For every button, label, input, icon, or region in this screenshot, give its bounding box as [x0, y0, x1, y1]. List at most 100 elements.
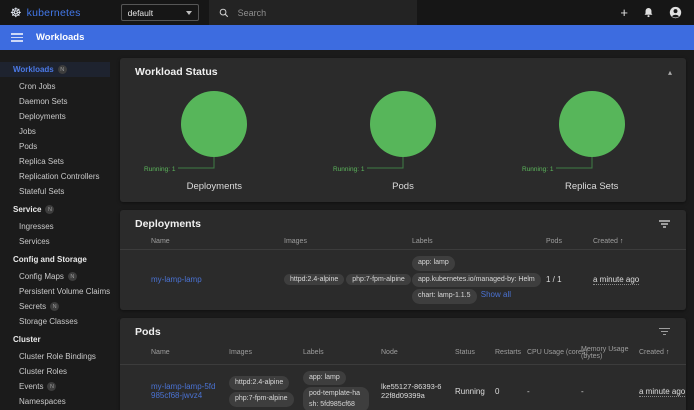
- pods-chart: Running: 1 Pods: [309, 84, 498, 192]
- pods-table: Name Images Labels Node Status Restarts …: [120, 342, 686, 410]
- pod-row: my-lamp-lamp-5fd985cf68-jwvz4 httpd:2.4-…: [120, 364, 686, 410]
- created-timestamp: a minute ago: [593, 275, 639, 285]
- pods-chart-title: Pods: [392, 181, 414, 192]
- pod-cpu-usage: -: [522, 364, 576, 410]
- filter-icon[interactable]: [657, 218, 672, 230]
- namespaced-badge-icon: N: [47, 382, 56, 391]
- namespaced-badge-icon: N: [58, 65, 67, 74]
- user-account-icon[interactable]: [669, 6, 682, 19]
- image-chip: php:7-fpm-alpine: [229, 392, 294, 407]
- kubernetes-logo-icon: ☸: [10, 6, 22, 19]
- col-status: Status: [450, 342, 490, 365]
- node-name: lke55127-86393-622f8d09399a: [381, 382, 441, 400]
- workload-status-charts: Running: 1 Deployments Running: 1 Pods: [120, 82, 686, 202]
- sidebar-item-ingresses[interactable]: Ingresses: [0, 219, 110, 234]
- sidebar-item-stateful-sets[interactable]: Stateful Sets: [0, 184, 110, 199]
- col-labels: Labels: [407, 234, 541, 250]
- namespaced-badge-icon: N: [45, 205, 54, 214]
- search-input[interactable]: [238, 8, 388, 18]
- sidebar-item-storage-classes[interactable]: Storage Classes: [0, 314, 110, 329]
- namespaced-badge-icon: N: [50, 302, 59, 311]
- col-pods: Pods: [541, 234, 588, 250]
- sidebar-item-persistent-volume-claims[interactable]: Persistent Volume ClaimsN: [0, 284, 110, 299]
- pods-running-label: Running: 1: [333, 166, 365, 173]
- replica-sets-running-label: Running: 1: [522, 166, 554, 173]
- sidebar-item-secrets[interactable]: SecretsN: [0, 299, 110, 314]
- sidebar-item-workloads[interactable]: WorkloadsN: [0, 62, 110, 77]
- sidebar-item-replication-controllers[interactable]: Replication Controllers: [0, 169, 110, 184]
- namespace-selector[interactable]: default: [121, 4, 199, 21]
- deployment-name-link[interactable]: my-lamp-lamp: [151, 275, 202, 284]
- collapse-icon[interactable]: ▴: [668, 68, 672, 77]
- sidebar-item-daemon-sets[interactable]: Daemon Sets: [0, 94, 110, 109]
- replica-sets-pie: [559, 91, 625, 157]
- deployments-table: Name Images Labels Pods Created ↑ my-lam…: [120, 234, 686, 310]
- pod-status: Running: [450, 364, 490, 410]
- sidebar-item-jobs[interactable]: Jobs: [0, 124, 110, 139]
- deployments-card: Deployments Name Images Labels Pods Crea…: [120, 210, 686, 310]
- col-name: Name: [146, 342, 224, 365]
- create-resource-icon[interactable]: +: [620, 6, 628, 19]
- col-created[interactable]: Created ↑: [634, 342, 686, 365]
- pods-ratio: 1 / 1: [541, 250, 588, 310]
- search-bar[interactable]: [209, 0, 417, 25]
- workload-status-card: Workload Status ▴ Running: 1 Deployments: [120, 58, 686, 202]
- deployments-pie: [181, 91, 247, 157]
- sort-asc-icon: ↑: [620, 238, 624, 245]
- sidebar-section-config-and-storage[interactable]: Config and Storage: [0, 252, 110, 267]
- sidebar-item-namespaces[interactable]: Namespaces: [0, 394, 110, 409]
- sidebar-item-events[interactable]: EventsN: [0, 379, 110, 394]
- sort-asc-icon: ↑: [666, 349, 670, 356]
- menu-hamburger-icon[interactable]: [11, 33, 23, 42]
- pod-restarts: 0: [490, 364, 522, 410]
- col-cpu-usage: CPU Usage (cores): [522, 342, 576, 365]
- label-chip: app: lamp: [303, 371, 346, 386]
- workload-status-title: Workload Status: [135, 66, 218, 78]
- show-all-link[interactable]: Show all: [481, 290, 511, 299]
- deployments-title: Deployments: [135, 218, 201, 230]
- sidebar-item-replica-sets[interactable]: Replica Sets: [0, 154, 110, 169]
- main-content: Workload Status ▴ Running: 1 Deployments: [110, 50, 694, 410]
- sidebar-item-deployments[interactable]: Deployments: [0, 109, 110, 124]
- col-images: Images: [224, 342, 298, 365]
- sidebar-item-services[interactable]: Services: [0, 234, 110, 249]
- image-chip: php:7-fpm-alpine: [346, 274, 411, 285]
- sidebar-item-cron-jobs[interactable]: Cron Jobs: [0, 79, 110, 94]
- created-timestamp: a minute ago: [639, 387, 685, 397]
- replica-sets-chart: Running: 1 Replica Sets: [497, 84, 686, 192]
- pods-pie: [370, 91, 436, 157]
- sidebar-section-cluster[interactable]: Cluster: [0, 332, 110, 347]
- namespace-value: default: [128, 8, 154, 18]
- status-dot-column: [120, 234, 146, 250]
- col-created[interactable]: Created ↑: [588, 234, 686, 250]
- pod-memory-usage: -: [576, 364, 634, 410]
- col-memory-usage: Memory Usage (bytes): [576, 342, 634, 365]
- filter-icon[interactable]: [657, 326, 672, 338]
- label-chip: app: lamp: [412, 256, 455, 271]
- sidebar-item-service[interactable]: ServiceN: [0, 202, 110, 217]
- pod-name-link[interactable]: my-lamp-lamp-5fd985cf68-jwvz4: [151, 382, 215, 400]
- pods-title: Pods: [135, 326, 161, 338]
- notifications-bell-icon[interactable]: [643, 7, 654, 18]
- status-dot-column: [120, 342, 146, 365]
- sidebar-item-cluster-role-bindings[interactable]: Cluster Role Bindings: [0, 349, 110, 364]
- col-restarts: Restarts: [490, 342, 522, 365]
- sidebar-item-cluster-roles[interactable]: Cluster Roles: [0, 364, 110, 379]
- chevron-down-icon: [186, 11, 192, 15]
- deployments-running-label: Running: 1: [144, 166, 176, 173]
- sidebar-item-pods[interactable]: Pods: [0, 139, 110, 154]
- label-chip: app.kubernetes.io/managed-by: Helm: [412, 273, 541, 288]
- deployments-chart-title: Deployments: [187, 181, 242, 192]
- col-node: Node: [376, 342, 450, 365]
- deployments-chart: Running: 1 Deployments: [120, 84, 309, 192]
- brand[interactable]: ☸ kubernetes: [10, 6, 81, 19]
- image-chip: httpd:2.4-alpine: [284, 274, 344, 285]
- sidebar-item-config-maps[interactable]: Config MapsN: [0, 269, 110, 284]
- label-chip: pod-template-hash: 5fd985cf68: [303, 387, 369, 410]
- image-chip: httpd:2.4-alpine: [229, 376, 289, 391]
- sidebar: WorkloadsN Cron Jobs Daemon Sets Deploym…: [0, 50, 110, 410]
- namespaced-badge-icon: N: [68, 272, 77, 281]
- col-images: Images: [279, 234, 407, 250]
- replica-sets-chart-title: Replica Sets: [565, 181, 618, 192]
- page-title: Workloads: [36, 32, 84, 43]
